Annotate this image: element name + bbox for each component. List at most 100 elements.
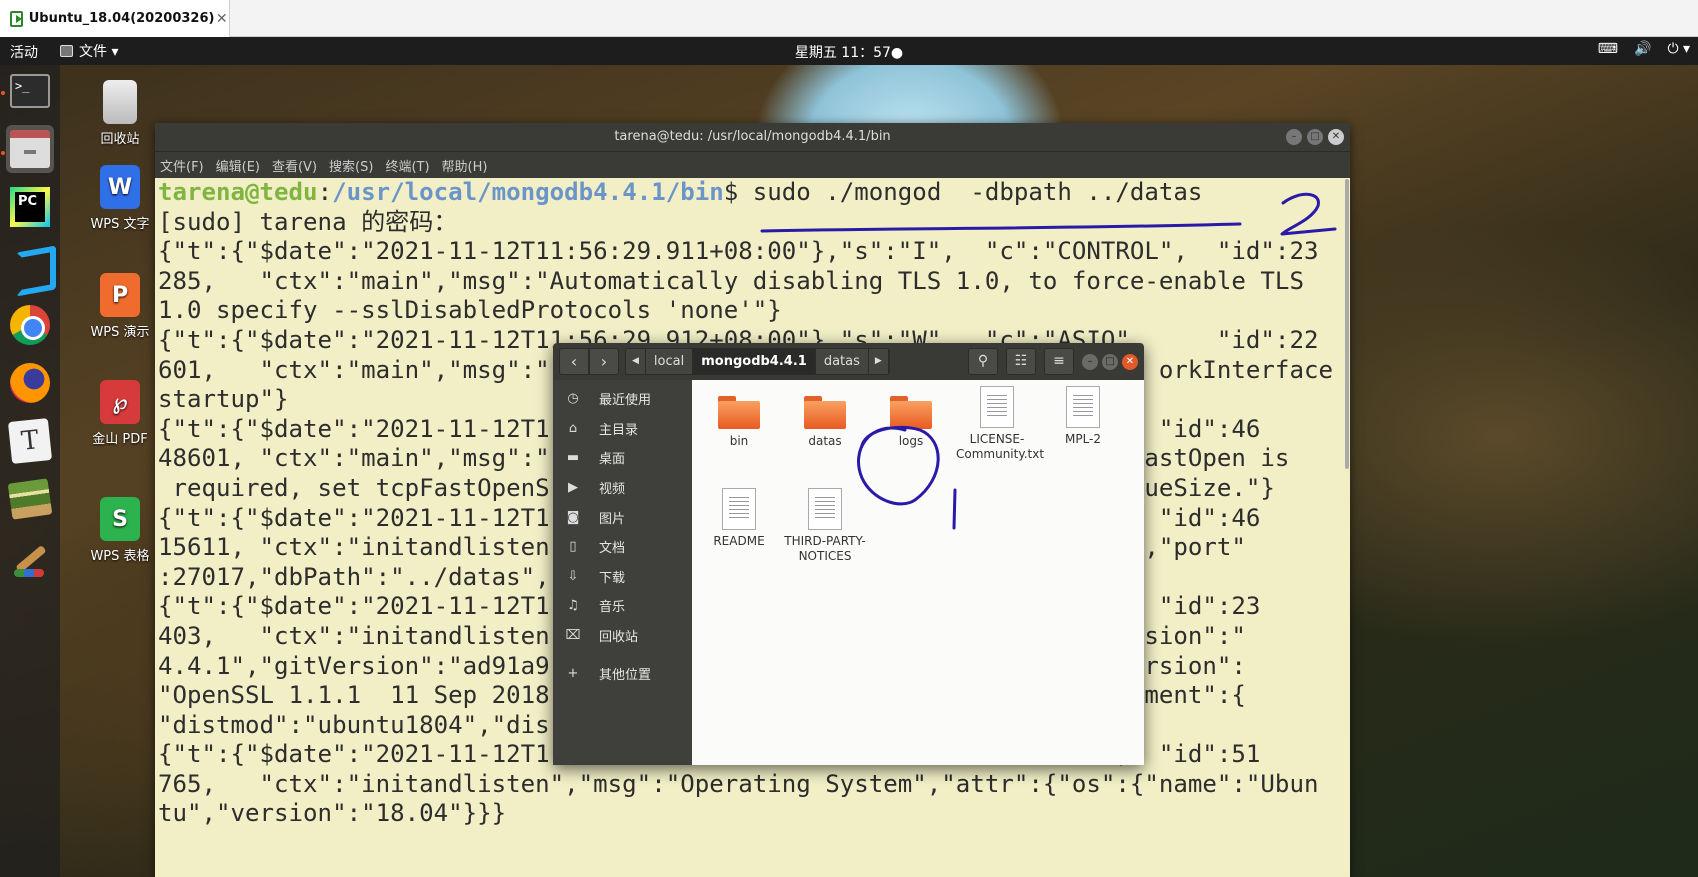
dock-files[interactable] <box>6 125 54 173</box>
minimize-button[interactable]: – <box>1082 353 1098 370</box>
vscode-icon <box>10 245 50 285</box>
terminal-titlebar[interactable]: tarena@tedu: /usr/local/mongodb4.4.1/bin… <box>155 123 1350 151</box>
sidebar-item-videos[interactable]: ▶ 视频 <box>553 473 692 503</box>
maximize-button[interactable]: □ <box>1307 129 1323 145</box>
close-button[interactable]: ✕ <box>1122 353 1138 370</box>
sidebar-item-desktop[interactable]: ▬ 桌面 <box>553 443 692 473</box>
prompt-symbol: $ <box>723 178 753 206</box>
search-button[interactable]: ⚲ <box>968 348 998 375</box>
volume-icon[interactable]: 🔊 <box>1634 41 1651 57</box>
sidebar-item-music[interactable]: ♫ 音乐 <box>553 591 692 621</box>
files-icon <box>10 130 50 168</box>
terminal-line: tu","version":"18.04"}}} <box>158 799 507 828</box>
prompt-separator: : <box>317 178 333 206</box>
file-name: MPL-2 <box>1064 432 1102 446</box>
close-icon[interactable]: ✕ <box>214 11 229 27</box>
terminal-line: [sudo] tarena 的密码： <box>158 207 458 236</box>
file-item-mpl[interactable]: MPL-2 <box>1042 386 1124 447</box>
terminal-scrollbar[interactable] <box>1345 179 1349 469</box>
plus-icon: + <box>567 665 579 681</box>
vm-tab[interactable]: Ubuntu_18.04(20200326) ✕ <box>0 0 230 37</box>
desktop-icon-pdf[interactable]: ℘ 金山 PDF <box>80 380 160 447</box>
text-file-icon <box>722 488 756 530</box>
dock-paint[interactable] <box>6 535 54 583</box>
file-item-logs[interactable]: logs <box>870 394 952 449</box>
file-item-datas[interactable]: datas <box>784 394 866 449</box>
desktop-icon-wps-spreadsheet[interactable]: S WPS 表格 <box>80 497 160 564</box>
close-button[interactable]: ✕ <box>1328 129 1344 145</box>
dock-typora[interactable]: T <box>6 417 54 465</box>
sidebar-item-label: 图片 <box>599 511 626 527</box>
prompt-user: tarena@tedu <box>158 178 318 206</box>
text-file-icon <box>1066 386 1100 428</box>
breadcrumb-local[interactable]: local <box>645 349 694 374</box>
paint-icon <box>10 539 50 579</box>
trash-icon: ⌧ <box>565 628 581 644</box>
text-file-icon <box>808 488 842 530</box>
vm-tab-bar: Ubuntu_18.04(20200326) ✕ <box>0 0 1698 37</box>
menu-help[interactable]: 帮助(H) <box>442 156 488 175</box>
dock: >_ PC T <box>0 65 60 877</box>
sidebar-item-home[interactable]: ⌂ 主目录 <box>553 414 692 444</box>
terminal-title: tarena@tedu: /usr/local/mongodb4.4.1/bin <box>614 129 891 144</box>
vm-run-icon <box>10 10 23 27</box>
files-content[interactable]: bin datas logs LICENSE-Community.txt MPL… <box>692 380 1144 765</box>
breadcrumb-datas[interactable]: datas <box>815 349 869 374</box>
sidebar-item-other-locations[interactable]: + 其他位置 <box>553 658 692 688</box>
terminal-line: 285, "ctx":"main","msg":"Automatically d… <box>158 266 1304 295</box>
desktop-icon-label: WPS 表格 <box>90 549 150 564</box>
desktop-icon-wps-writer[interactable]: W WPS 文字 <box>80 165 160 232</box>
keyboard-icon[interactable]: ⌨ <box>1598 41 1618 57</box>
system-tray[interactable]: ⌨ 🔊 ⏻ ▾ <box>1598 41 1690 57</box>
download-icon: ⇩ <box>567 568 579 584</box>
sidebar-item-recent[interactable]: ◷ 最近使用 <box>553 384 692 414</box>
minimize-button[interactable]: – <box>1286 129 1302 145</box>
sidebar-item-trash[interactable]: ⌧ 回收站 <box>553 621 692 651</box>
sidebar-item-pictures[interactable]: ◙ 图片 <box>553 502 692 532</box>
file-item-readme[interactable]: README <box>698 488 780 549</box>
breadcrumb-right-arrow[interactable]: ▶ <box>868 349 889 374</box>
files-sidebar: ◷ 最近使用 ⌂ 主目录 ▬ 桌面 ▶ 视频 ◙ 图片 ▯ 文档 ⇩ 下载 ♫ 音乐 ⌧ 回收站 … <box>553 380 692 765</box>
dock-chrome[interactable] <box>6 301 54 349</box>
menu-file[interactable]: 文件(F) <box>160 156 204 175</box>
dock-books[interactable] <box>6 475 54 523</box>
menu-view[interactable]: 查看(V) <box>272 156 317 175</box>
sidebar-item-documents[interactable]: ▯ 文档 <box>553 532 692 562</box>
menu-button[interactable]: ≡ <box>1044 348 1074 375</box>
menu-terminal[interactable]: 终端(T) <box>385 156 429 175</box>
files-window[interactable]: ‹ › ◀ local mongodb4.4.1 datas ▶ ⚲ ☷ ≡ –… <box>553 343 1144 765</box>
sidebar-item-label: 视频 <box>599 482 626 498</box>
terminal-menubar: 文件(F) 编辑(E) 查看(V) 搜索(S) 终端(T) 帮助(H) <box>155 151 1350 178</box>
top-panel: 活动 文件 ▾ 星期五 11：57● ⌨ 🔊 ⏻ ▾ <box>0 37 1698 65</box>
breadcrumb-mongodb[interactable]: mongodb4.4.1 <box>693 349 816 374</box>
camera-icon: ◙ <box>566 509 580 525</box>
wps-spreadsheet-icon: S <box>100 497 140 541</box>
breadcrumb-left-arrow[interactable]: ◀ <box>626 349 646 374</box>
dock-pycharm[interactable]: PC <box>6 183 54 231</box>
back-button[interactable]: ‹ <box>559 348 589 375</box>
file-item-bin[interactable]: bin <box>698 394 780 449</box>
forward-button[interactable]: › <box>589 348 619 375</box>
file-item-license[interactable]: LICENSE-Community.txt <box>956 386 1044 462</box>
header-tools: ⚲ ☷ ≡ <box>968 348 1074 375</box>
desktop-icon-trash[interactable]: 回收站 <box>80 80 160 147</box>
command-text: sudo ./mongod -dbpath ../datas <box>752 178 1203 206</box>
clock[interactable]: 星期五 11：57● <box>0 42 1698 62</box>
trash-icon <box>103 80 137 124</box>
menu-edit[interactable]: 编辑(E) <box>216 156 260 175</box>
menu-search[interactable]: 搜索(S) <box>329 156 373 175</box>
dock-terminal[interactable]: >_ <box>6 67 54 115</box>
view-toggle-button[interactable]: ☷ <box>1006 348 1036 375</box>
files-headerbar[interactable]: ‹ › ◀ local mongodb4.4.1 datas ▶ ⚲ ☷ ≡ –… <box>553 343 1144 380</box>
desktop-icon-label: WPS 演示 <box>90 325 150 340</box>
dock-vscode[interactable] <box>6 241 54 289</box>
power-icon[interactable]: ⏻ ▾ <box>1667 41 1690 57</box>
file-item-third-party[interactable]: THIRD-PARTY-NOTICES <box>784 488 866 564</box>
sidebar-item-label: 文档 <box>599 541 626 557</box>
file-name: datas <box>808 434 842 448</box>
maximize-button[interactable]: □ <box>1102 353 1118 370</box>
desktop-icon-wps-presentation[interactable]: P WPS 演示 <box>80 273 160 340</box>
sidebar-item-label: 音乐 <box>599 600 626 616</box>
sidebar-item-downloads[interactable]: ⇩ 下载 <box>553 562 692 592</box>
dock-firefox[interactable] <box>6 359 54 407</box>
